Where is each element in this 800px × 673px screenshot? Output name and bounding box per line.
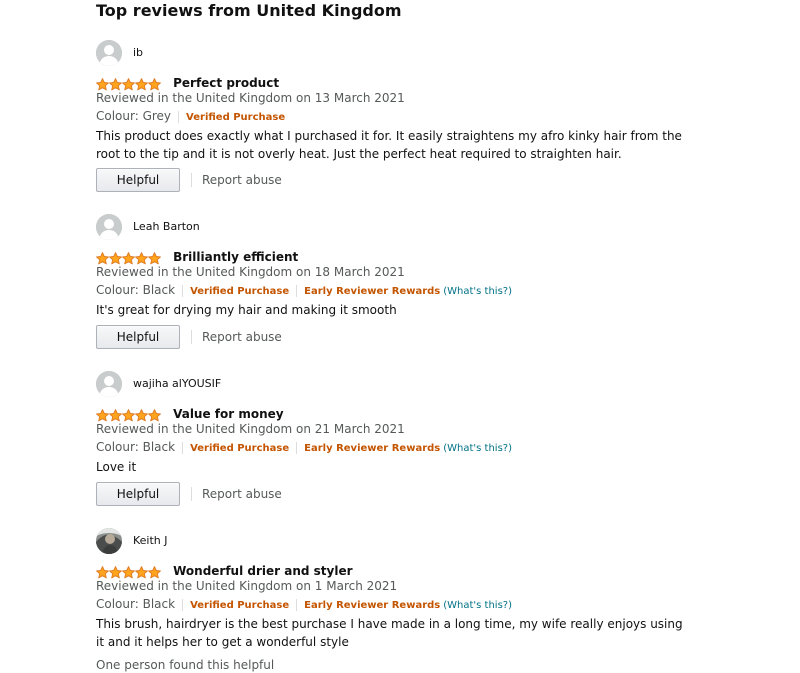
report-abuse-link[interactable]: Report abuse: [202, 172, 282, 188]
reviewer-profile[interactable]: wajiha alYOUSIF: [96, 371, 696, 399]
product-variant[interactable]: Colour: Grey: [96, 109, 171, 123]
reviewer-name[interactable]: wajiha alYOUSIF: [133, 377, 221, 391]
helpful-count: One person found this helpful: [96, 658, 275, 672]
review-card: wajiha alYOUSIF Value for money Reviewed…: [96, 371, 696, 511]
star-icon: [122, 76, 135, 90]
star-icon: [135, 250, 148, 264]
early-reviewer-badge: Early Reviewer Rewards: [304, 286, 441, 297]
verified-purchase-badge: Verified Purchase: [190, 286, 290, 297]
review-body: Love it: [96, 460, 137, 474]
star-icon: [148, 407, 161, 421]
default-avatar-icon: [96, 371, 122, 397]
star-rating-icon[interactable]: [96, 250, 161, 264]
star-icon: [109, 407, 122, 421]
star-icon: [96, 407, 109, 421]
helpful-button[interactable]: Helpful: [96, 325, 180, 349]
star-rating-icon[interactable]: [96, 564, 161, 578]
reviewer-name[interactable]: Keith J: [133, 534, 168, 548]
star-icon: [122, 250, 135, 264]
divider: [296, 284, 298, 297]
verified-purchase-badge: Verified Purchase: [190, 600, 290, 611]
product-variant[interactable]: Colour: Black: [96, 597, 175, 611]
star-icon: [148, 76, 161, 90]
review-title[interactable]: Perfect product: [173, 75, 279, 91]
divider: [191, 330, 192, 344]
early-reviewer-badge: Early Reviewer Rewards: [304, 443, 441, 454]
whats-this-link[interactable]: (What's this?): [443, 286, 512, 297]
star-icon: [148, 250, 161, 264]
star-icon: [109, 76, 122, 90]
star-icon: [135, 564, 148, 578]
reviewer-profile[interactable]: ib: [96, 40, 696, 68]
star-icon: [96, 76, 109, 90]
star-icon: [96, 564, 109, 578]
review-date: Reviewed in the United Kingdom on 1 Marc…: [96, 579, 398, 593]
divider: [296, 598, 298, 611]
star-icon: [135, 407, 148, 421]
star-icon: [96, 250, 109, 264]
reviewer-profile[interactable]: Keith J: [96, 528, 696, 556]
report-abuse-link[interactable]: Report abuse: [202, 329, 282, 345]
report-abuse-link[interactable]: Report abuse: [202, 486, 282, 502]
star-icon: [109, 564, 122, 578]
whats-this-link[interactable]: (What's this?): [443, 443, 512, 454]
review-date: Reviewed in the United Kingdom on 21 Mar…: [96, 422, 405, 436]
divider: [296, 441, 298, 454]
star-rating-icon[interactable]: [96, 76, 161, 90]
product-variant[interactable]: Colour: Black: [96, 283, 175, 297]
whats-this-link[interactable]: (What's this?): [443, 600, 512, 611]
star-rating-icon[interactable]: [96, 407, 161, 421]
verified-purchase-badge: Verified Purchase: [190, 443, 290, 454]
helpful-button[interactable]: Helpful: [96, 482, 180, 506]
review-body: This product does exactly what I purchas…: [96, 129, 682, 161]
early-reviewer-badge: Early Reviewer Rewards: [304, 600, 441, 611]
star-icon: [148, 564, 161, 578]
star-icon: [122, 407, 135, 421]
review-card: ib Perfect product Reviewed in the Unite…: [96, 40, 696, 200]
divider: [182, 284, 184, 297]
divider: [182, 441, 184, 454]
review-card: Keith J Wonderful drier and styler Revie…: [96, 528, 696, 672]
review-body: This brush, hairdryer is the best purcha…: [96, 617, 683, 649]
helpful-button[interactable]: Helpful: [96, 168, 180, 192]
review-title[interactable]: Value for money: [173, 406, 284, 422]
reviewer-name[interactable]: Leah Barton: [133, 220, 200, 234]
reviews-heading: Top reviews from United Kingdom: [96, 1, 402, 20]
review-title[interactable]: Wonderful drier and styler: [173, 563, 352, 579]
divider: [191, 173, 192, 187]
star-icon: [109, 250, 122, 264]
review-title[interactable]: Brilliantly efficient: [173, 249, 298, 265]
reviewer-name[interactable]: ib: [133, 46, 143, 60]
star-icon: [135, 76, 148, 90]
default-avatar-icon: [96, 40, 122, 66]
divider: [178, 110, 180, 123]
review-card: Leah Barton Brilliantly efficient Review…: [96, 214, 696, 354]
default-avatar-icon: [96, 214, 122, 240]
review-date: Reviewed in the United Kingdom on 18 Mar…: [96, 265, 405, 279]
reviewer-profile[interactable]: Leah Barton: [96, 214, 696, 242]
verified-purchase-badge: Verified Purchase: [186, 112, 286, 123]
review-date: Reviewed in the United Kingdom on 13 Mar…: [96, 91, 405, 105]
review-body: It's great for drying my hair and making…: [96, 303, 397, 317]
divider: [182, 598, 184, 611]
divider: [191, 487, 192, 501]
star-icon: [122, 564, 135, 578]
photo-avatar-icon: [96, 528, 122, 554]
product-variant[interactable]: Colour: Black: [96, 440, 175, 454]
